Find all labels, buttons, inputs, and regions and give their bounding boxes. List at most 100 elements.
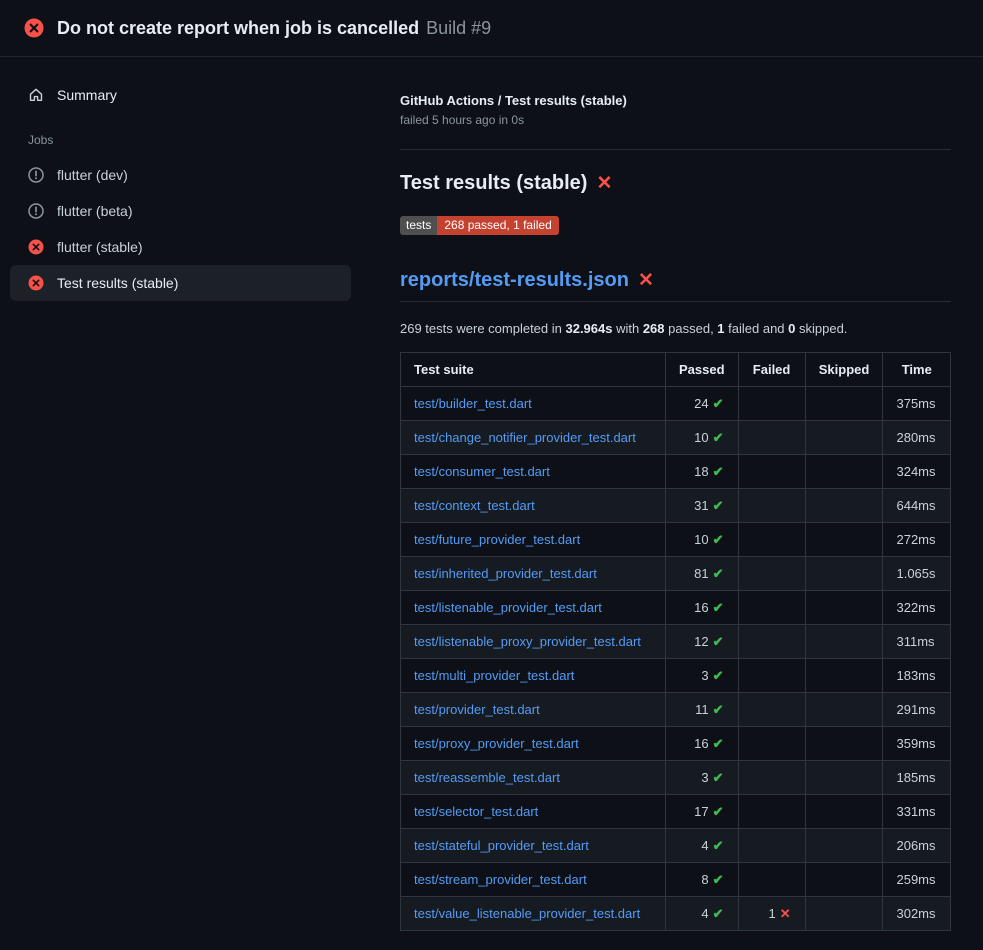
section-title-text: Test results (stable): [400, 172, 587, 195]
passed-count: 12: [694, 634, 708, 649]
sidebar-job-item[interactable]: flutter (stable): [10, 229, 351, 265]
cell-skipped: [805, 897, 883, 931]
home-icon: [28, 87, 44, 103]
cell-passed: 8✔: [665, 863, 738, 897]
cell-skipped: [805, 659, 883, 693]
cell-passed: 16 ✔: [665, 727, 738, 761]
test-suite-link[interactable]: test/builder_test.dart: [414, 396, 532, 411]
table-row: test/future_provider_test.dart10✔272ms: [401, 523, 951, 557]
test-suite-link[interactable]: test/listenable_proxy_provider_test.dart: [414, 634, 641, 649]
test-suite-link[interactable]: test/stream_provider_test.dart: [414, 872, 587, 887]
table-row: test/inherited_provider_test.dart81✔1.06…: [401, 557, 951, 591]
cell-passed: 81✔: [665, 557, 738, 591]
check-icon: ✔: [713, 566, 724, 581]
passed-count: 18: [694, 464, 708, 479]
check-icon: ✔: [713, 906, 724, 921]
passed-count: 16: [694, 736, 708, 751]
test-suite-link[interactable]: test/selector_test.dart: [414, 804, 538, 819]
run-status-line: failed 5 hours ago in 0s: [400, 113, 951, 127]
test-suite-link[interactable]: test/context_test.dart: [414, 498, 535, 513]
cell-skipped: [805, 727, 883, 761]
cell-test-suite: test/selector_test.dart: [401, 795, 666, 829]
cell-skipped: [805, 387, 883, 421]
cell-test-suite: test/multi_provider_test.dart: [401, 659, 666, 693]
passed-count: 10: [694, 430, 708, 445]
test-suite-link[interactable]: test/consumer_test.dart: [414, 464, 550, 479]
passed-count: 4: [701, 906, 708, 921]
breadcrumb: GitHub Actions / Test results (stable): [400, 93, 951, 108]
test-suite-link[interactable]: test/listenable_provider_test.dart: [414, 600, 602, 615]
cell-test-suite: test/inherited_provider_test.dart: [401, 557, 666, 591]
cell-time: 183ms: [883, 659, 951, 693]
summary-duration: 32.964s: [565, 321, 612, 336]
cell-skipped: [805, 489, 883, 523]
cell-passed: 31✔: [665, 489, 738, 523]
check-icon: ✔: [713, 532, 724, 547]
table-row: test/stateful_provider_test.dart4✔206ms: [401, 829, 951, 863]
cell-skipped: [805, 625, 883, 659]
passed-count: 10: [694, 532, 708, 547]
cell-test-suite: test/listenable_provider_test.dart: [401, 591, 666, 625]
cell-skipped: [805, 591, 883, 625]
summary-text: failed and: [725, 321, 789, 336]
cell-passed: 11✔: [665, 693, 738, 727]
cell-passed: 16✔: [665, 591, 738, 625]
cell-failed: [738, 863, 805, 897]
cell-time: 322ms: [883, 591, 951, 625]
build-number: Build #9: [426, 18, 491, 39]
sidebar-summary-label: Summary: [57, 87, 117, 103]
cell-passed: 18 ✔: [665, 455, 738, 489]
test-suite-link[interactable]: test/inherited_provider_test.dart: [414, 566, 597, 581]
test-results-tbody: test/builder_test.dart24✔375mstest/chang…: [401, 387, 951, 931]
cell-time: 311ms: [883, 625, 951, 659]
check-icon: ✔: [713, 736, 724, 751]
test-suite-link[interactable]: test/change_notifier_provider_test.dart: [414, 430, 636, 445]
cell-test-suite: test/proxy_provider_test.dart: [401, 727, 666, 761]
sidebar-job-item[interactable]: flutter (beta): [10, 193, 351, 229]
sidebar-job-item[interactable]: flutter (dev): [10, 157, 351, 193]
cell-time: 280ms: [883, 421, 951, 455]
test-suite-link[interactable]: test/stateful_provider_test.dart: [414, 838, 589, 853]
check-icon: ✔: [713, 396, 724, 411]
report-file-link[interactable]: reports/test-results.json: [400, 269, 629, 292]
test-suite-link[interactable]: test/multi_provider_test.dart: [414, 668, 574, 683]
header-passed: Passed: [665, 353, 738, 387]
cell-test-suite: test/reassemble_test.dart: [401, 761, 666, 795]
cell-test-suite: test/stream_provider_test.dart: [401, 863, 666, 897]
test-suite-link[interactable]: test/provider_test.dart: [414, 702, 540, 717]
cell-time: 291ms: [883, 693, 951, 727]
check-icon: ✔: [713, 838, 724, 853]
sidebar-job-item[interactable]: Test results (stable): [10, 265, 351, 301]
cell-time: 331ms: [883, 795, 951, 829]
cell-time: 644ms: [883, 489, 951, 523]
run-sidebar: Summary Jobs flutter (dev)flutter (beta)…: [0, 57, 400, 301]
cell-failed: [738, 761, 805, 795]
check-icon: ✔: [713, 464, 724, 479]
job-label: flutter (dev): [57, 167, 128, 183]
cell-skipped: [805, 761, 883, 795]
test-suite-link[interactable]: test/proxy_provider_test.dart: [414, 736, 579, 751]
cell-passed: 3✔: [665, 761, 738, 795]
test-suite-link[interactable]: test/value_listenable_provider_test.dart: [414, 906, 640, 921]
build-header: Do not create report when job is cancell…: [0, 0, 983, 57]
passed-count: 11: [695, 702, 709, 717]
sidebar-item-summary[interactable]: Summary: [10, 77, 351, 113]
test-suite-link[interactable]: test/future_provider_test.dart: [414, 532, 580, 547]
table-row: test/change_notifier_provider_test.dart 1…: [401, 421, 951, 455]
cell-time: 302ms: [883, 897, 951, 931]
test-suite-link[interactable]: test/reassemble_test.dart: [414, 770, 560, 785]
table-row: test/context_test.dart 31✔ 644ms: [401, 489, 951, 523]
cell-failed: [738, 557, 805, 591]
cross-icon: ✕: [780, 906, 791, 921]
cell-test-suite: test/provider_test.dart: [401, 693, 666, 727]
table-row: test/reassemble_test.dart3✔185ms: [401, 761, 951, 795]
job-label: flutter (beta): [57, 203, 132, 219]
alert-circle-icon: [28, 203, 44, 219]
table-row: test/value_listenable_provider_test.dart…: [401, 897, 951, 931]
table-row: test/selector_test.dart17✔331ms: [401, 795, 951, 829]
table-row: test/provider_test.dart 11✔ 291ms: [401, 693, 951, 727]
check-icon: ✔: [713, 600, 724, 615]
cell-time: 359ms: [883, 727, 951, 761]
table-row: test/listenable_proxy_provider_test.dart…: [401, 625, 951, 659]
cell-test-suite: test/listenable_proxy_provider_test.dart: [401, 625, 666, 659]
